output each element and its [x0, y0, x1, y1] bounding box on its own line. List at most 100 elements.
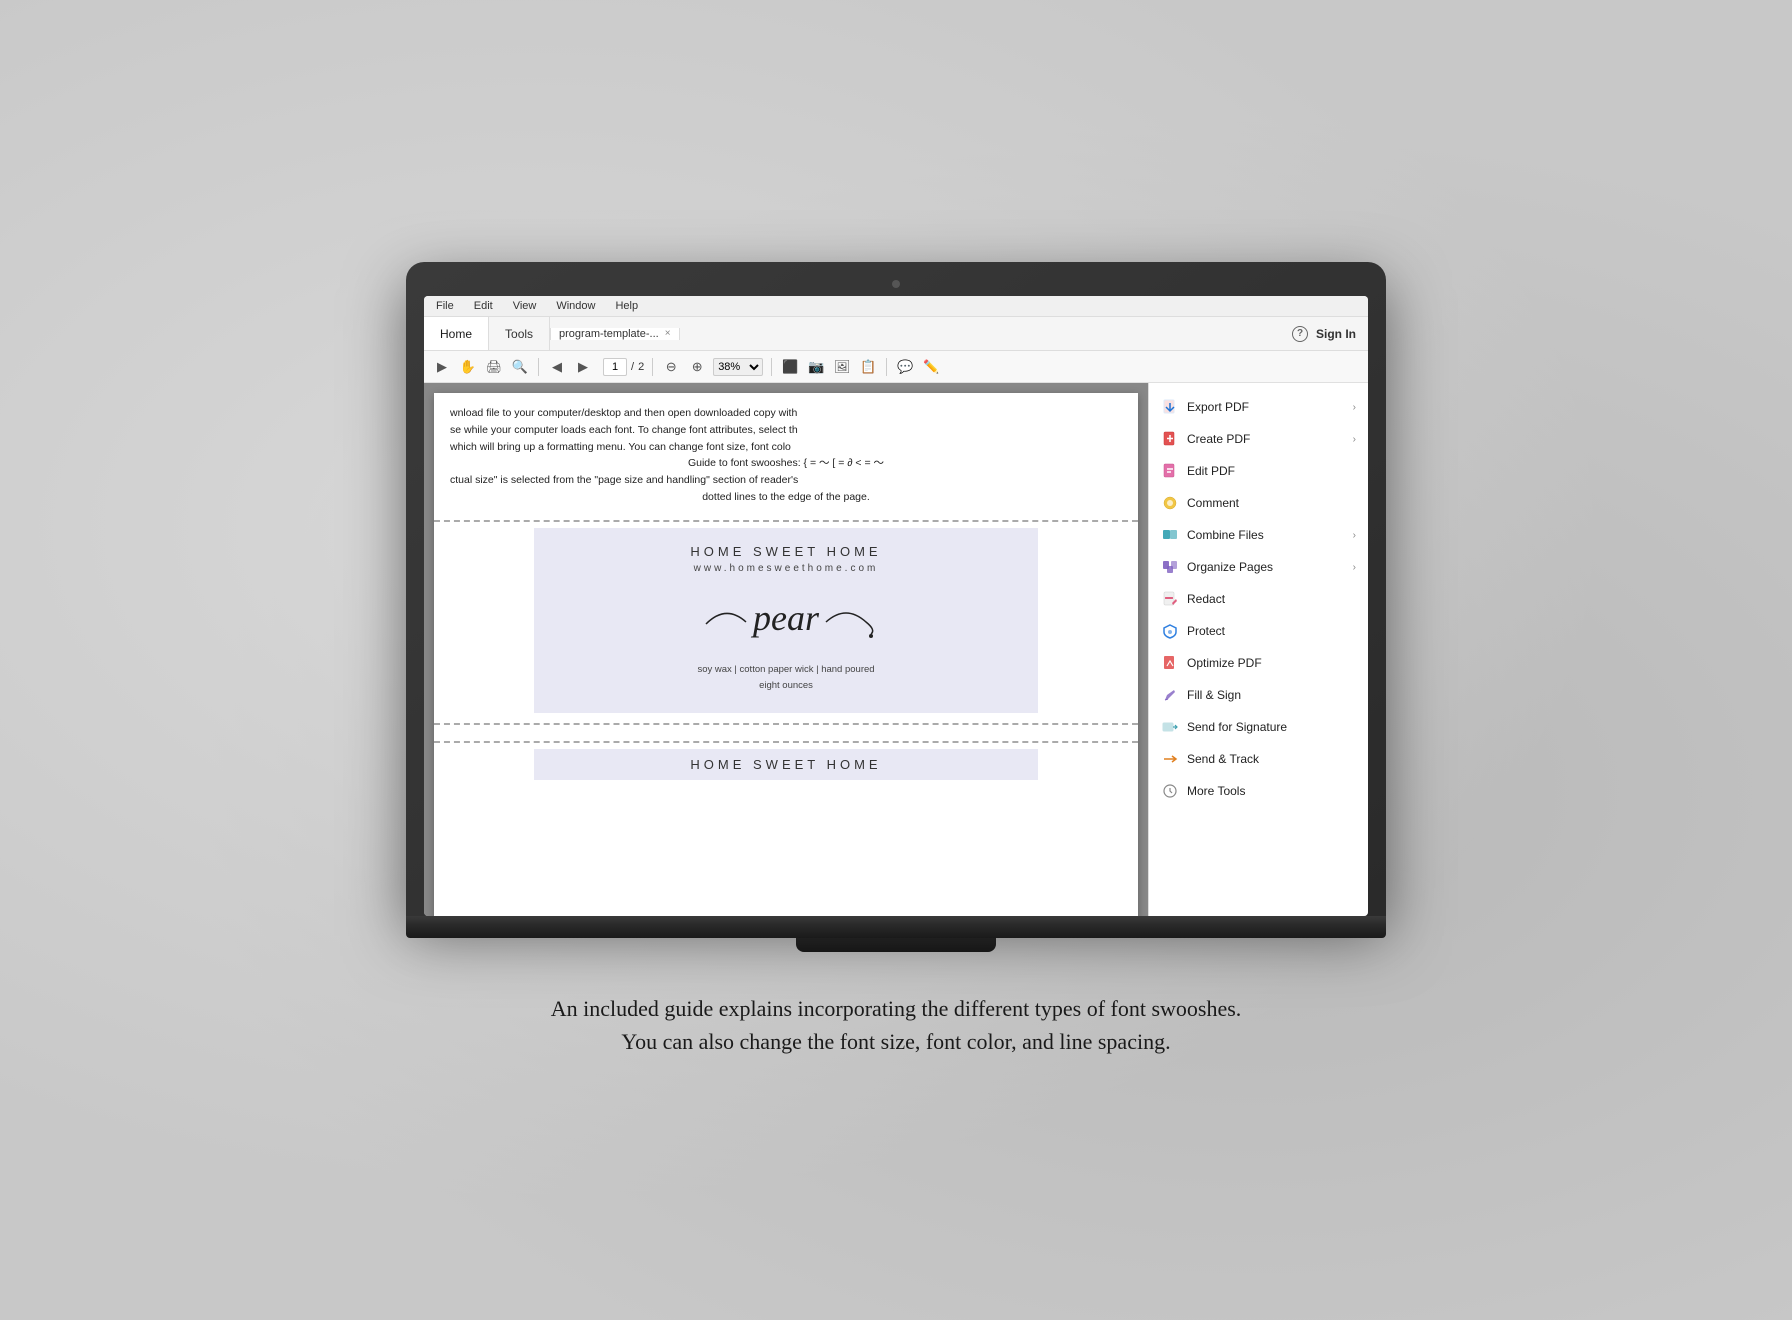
- panel-item-send-track[interactable]: Send & Track: [1149, 743, 1368, 775]
- laptop-camera: [892, 280, 900, 288]
- prev-page-icon[interactable]: ◀: [547, 357, 567, 377]
- label-title: HOME SWEET HOME: [554, 544, 1018, 559]
- next-page-icon[interactable]: ▶: [573, 357, 593, 377]
- label-script: pear: [554, 584, 1018, 653]
- pdf-bottom-title: HOME SWEET HOME: [534, 749, 1038, 780]
- pdf-page: wnload file to your computer/desktop and…: [434, 393, 1138, 916]
- redact-label: Redact: [1187, 592, 1356, 606]
- caption-line1: An included guide explains incorporating…: [551, 992, 1242, 1025]
- select-tool-icon[interactable]: ▶: [432, 357, 452, 377]
- zoom-in-icon[interactable]: ⊕: [687, 357, 707, 377]
- snapshot-icon[interactable]: 📷: [806, 357, 826, 377]
- combine-files-icon: [1161, 526, 1179, 544]
- protect-label: Protect: [1187, 624, 1356, 638]
- caption: An included guide explains incorporating…: [551, 992, 1242, 1058]
- separator-1: [538, 358, 539, 376]
- comment-icon[interactable]: 💬: [895, 357, 915, 377]
- page-number-input[interactable]: [603, 358, 627, 376]
- file-tab: program-template-... ×: [550, 328, 680, 340]
- print-icon[interactable]: 🖨: [484, 357, 504, 377]
- organize-chevron: ›: [1353, 562, 1356, 573]
- panel-item-optimize[interactable]: Optimize PDF: [1149, 647, 1368, 679]
- page-nav: / 2: [603, 358, 644, 376]
- optimize-pdf-label: Optimize PDF: [1187, 656, 1356, 670]
- protect-icon: [1161, 622, 1179, 640]
- laptop-base: [406, 916, 1386, 938]
- combine-chevron: ›: [1353, 530, 1356, 541]
- send-track-label: Send & Track: [1187, 752, 1356, 766]
- export-pdf-label: Export PDF: [1187, 400, 1345, 414]
- zoom-select[interactable]: 38% 50% 75% 100%: [713, 358, 763, 376]
- tab-row: Home Tools program-template-... × ? Sign…: [424, 317, 1368, 351]
- comment-label: Comment: [1187, 496, 1356, 510]
- tab-tools[interactable]: Tools: [489, 317, 550, 350]
- export-pdf-icon: [1161, 398, 1179, 416]
- fill-sign-label: Fill & Sign: [1187, 688, 1356, 702]
- laptop-body: File Edit View Window Help Home Tools pr…: [406, 262, 1386, 916]
- optimize-pdf-icon: [1161, 654, 1179, 672]
- label-url: www.homesweethome.com: [554, 563, 1018, 574]
- tab-home[interactable]: Home: [424, 317, 489, 350]
- separator-2: [652, 358, 653, 376]
- more-tools-label: More Tools: [1187, 784, 1356, 798]
- close-tab-button[interactable]: ×: [665, 328, 671, 339]
- main-tabs: Home Tools: [424, 317, 550, 350]
- panel-item-edit-pdf[interactable]: Edit PDF: [1149, 455, 1368, 487]
- edit-pdf-icon: [1161, 462, 1179, 480]
- send-signature-icon: [1161, 718, 1179, 736]
- panel-item-organize[interactable]: Organize Pages ›: [1149, 551, 1368, 583]
- separator-3: [771, 358, 772, 376]
- create-pdf-icon: [1161, 430, 1179, 448]
- combine-files-label: Combine Files: [1187, 528, 1345, 542]
- create-pdf-chevron: ›: [1353, 434, 1356, 445]
- pen-icon[interactable]: ✏️: [921, 357, 941, 377]
- panel-item-more-tools[interactable]: More Tools: [1149, 775, 1368, 807]
- zoom-out-icon[interactable]: ⊖: [661, 357, 681, 377]
- organize-pages-icon: [1161, 558, 1179, 576]
- panel-item-export-pdf[interactable]: Export PDF ›: [1149, 391, 1368, 423]
- laptop: File Edit View Window Help Home Tools pr…: [406, 262, 1386, 952]
- laptop-stand: [796, 938, 996, 952]
- panel-item-send-signature[interactable]: Send for Signature: [1149, 711, 1368, 743]
- organize-pages-label: Organize Pages: [1187, 560, 1345, 574]
- crop-icon[interactable]: ⬛: [780, 357, 800, 377]
- menu-bar: File Edit View Window Help: [424, 296, 1368, 317]
- sign-in-area: ? Sign In: [1292, 326, 1368, 342]
- send-signature-label: Send for Signature: [1187, 720, 1356, 734]
- pdf-viewer[interactable]: wnload file to your computer/desktop and…: [424, 383, 1148, 916]
- send-track-icon: [1161, 750, 1179, 768]
- dashed-line-bottom: [434, 741, 1138, 743]
- pdf-text-area: wnload file to your computer/desktop and…: [434, 393, 1138, 514]
- redact-icon: [1161, 590, 1179, 608]
- pdf-label: HOME SWEET HOME www.homesweethome.com pe…: [534, 528, 1038, 713]
- svg-text:pear: pear: [750, 598, 820, 638]
- menu-file[interactable]: File: [432, 298, 458, 314]
- embed-icon[interactable]: 🖼: [832, 357, 852, 377]
- panel-item-redact[interactable]: Redact: [1149, 583, 1368, 615]
- panel-item-protect[interactable]: Protect: [1149, 615, 1368, 647]
- menu-window[interactable]: Window: [552, 298, 599, 314]
- laptop-screen: File Edit View Window Help Home Tools pr…: [424, 296, 1368, 916]
- menu-view[interactable]: View: [509, 298, 541, 314]
- panel-item-create-pdf[interactable]: Create PDF ›: [1149, 423, 1368, 455]
- page-total: 2: [638, 361, 644, 373]
- hand-tool-icon[interactable]: ✋: [458, 357, 478, 377]
- fill-sign-icon: [1161, 686, 1179, 704]
- more-tools-icon: [1161, 782, 1179, 800]
- dashed-line-middle: [434, 723, 1138, 725]
- comment-panel-icon: [1161, 494, 1179, 512]
- menu-help[interactable]: Help: [611, 298, 642, 314]
- acrobat-main: wnload file to your computer/desktop and…: [424, 383, 1368, 916]
- tools-bar: ▶ ✋ 🖨 🔍 ◀ ▶ / 2 ⊖ ⊕ 38% 50% 75%: [424, 351, 1368, 383]
- panel-item-fill-sign[interactable]: Fill & Sign: [1149, 679, 1368, 711]
- sign-in-button[interactable]: Sign In: [1316, 327, 1356, 341]
- edit-pdf-label: Edit PDF: [1187, 464, 1356, 478]
- panel-item-combine[interactable]: Combine Files ›: [1149, 519, 1368, 551]
- form-icon[interactable]: 📋: [858, 357, 878, 377]
- create-pdf-label: Create PDF: [1187, 432, 1345, 446]
- help-icon[interactable]: ?: [1292, 326, 1308, 342]
- search-icon[interactable]: 🔍: [510, 357, 530, 377]
- right-panel: Export PDF › Create PDF ›: [1148, 383, 1368, 916]
- panel-item-comment[interactable]: Comment: [1149, 487, 1368, 519]
- menu-edit[interactable]: Edit: [470, 298, 497, 314]
